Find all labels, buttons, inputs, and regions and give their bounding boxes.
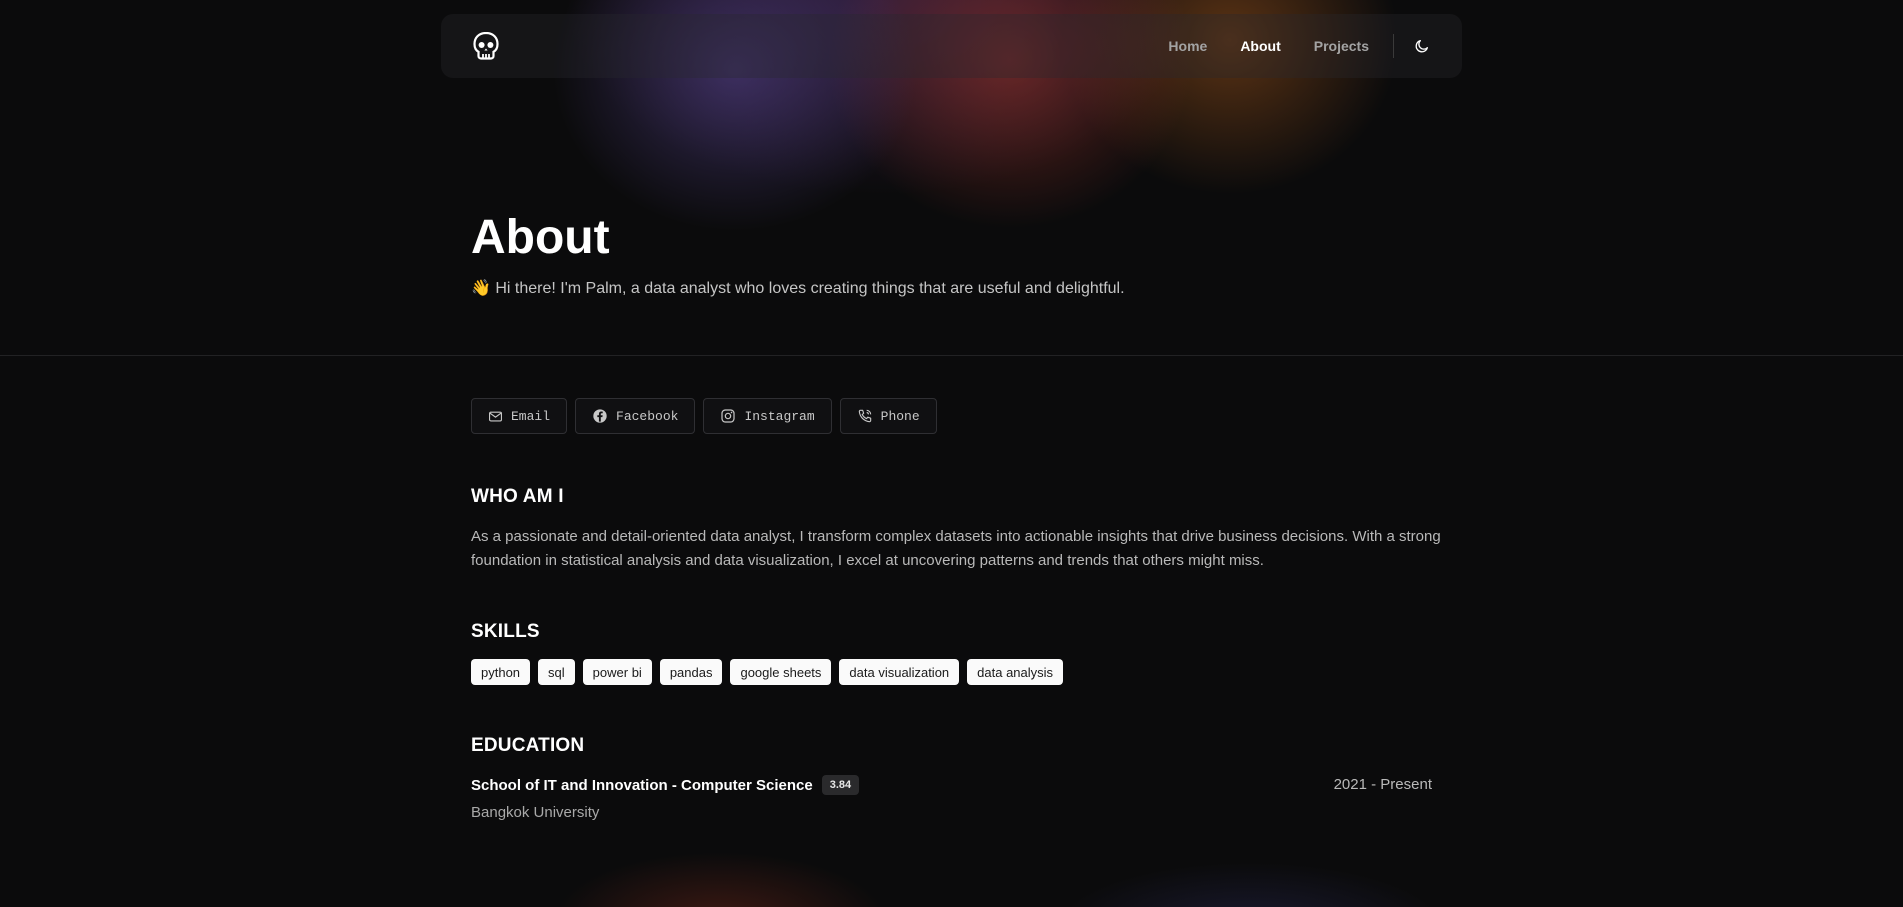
page-title: About [471, 211, 610, 264]
mail-icon [489, 411, 502, 421]
page-subtitle: 👋 Hi there! I'm Palm, a data analyst who… [471, 280, 1125, 297]
skill-tag: data visualization [839, 659, 960, 685]
education-program: School of IT and Innovation - Computer S… [471, 775, 860, 795]
skill-tag: pandas [659, 659, 723, 685]
social-links: Email Facebook Instagram Phone [471, 398, 945, 434]
phone-icon [858, 409, 871, 423]
instagram-button[interactable]: Instagram [703, 398, 832, 434]
moon-icon[interactable] [1412, 36, 1432, 56]
phone-button[interactable]: Phone [839, 398, 937, 434]
instagram-icon [721, 409, 736, 423]
skill-tag: sql [538, 659, 575, 685]
education-dates: 2021 - Present [1333, 776, 1432, 793]
about-heading: WHO AM I [471, 486, 564, 507]
nav-link-projects[interactable]: Projects [1314, 38, 1369, 54]
education-school: Bangkok University [471, 804, 600, 821]
instagram-button-label: Instagram [744, 408, 815, 424]
skills-list: python sql power bi pandas google sheets… [471, 659, 1071, 685]
email-button[interactable]: Email [471, 398, 568, 434]
nav-link-about[interactable]: About [1240, 38, 1280, 54]
facebook-button-label: Facebook [616, 408, 679, 424]
about-text: As a passionate and detail-oriented data… [471, 528, 1441, 569]
skull-icon[interactable] [471, 31, 501, 61]
skill-tag: data analysis [967, 659, 1064, 685]
section-divider [0, 355, 1903, 356]
facebook-button[interactable]: Facebook [575, 398, 696, 434]
phone-button-label: Phone [880, 408, 920, 424]
skill-tag: google sheets [730, 659, 832, 685]
education-program-name: School of IT and Innovation - Computer S… [471, 776, 813, 794]
skill-tag: python [471, 659, 531, 685]
education-heading: EDUCATION [471, 735, 585, 756]
email-button-label: Email [511, 408, 551, 424]
facebook-icon [593, 409, 607, 423]
top-navbar: Home About Projects [441, 14, 1462, 78]
nav-divider [1393, 34, 1394, 58]
skill-tag: power bi [582, 659, 652, 685]
nav-link-home[interactable]: Home [1168, 38, 1207, 54]
skills-heading: SKILLS [471, 621, 540, 642]
gpa-badge: 3.84 [821, 775, 860, 795]
nav-links: Home About Projects [1135, 34, 1432, 58]
footer-gradient-glow [0, 780, 1903, 907]
